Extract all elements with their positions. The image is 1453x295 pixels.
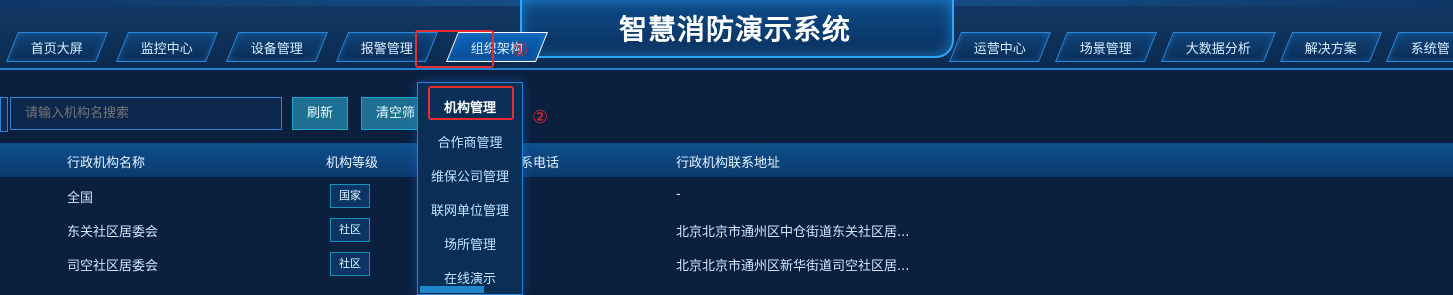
decorative-bar <box>420 286 484 293</box>
right-nav: 运营中心 场景管理 大数据分析 解决方案 系统管 <box>948 32 1453 62</box>
column-header-level: 机构等级 <box>326 156 379 171</box>
nav-scenes[interactable]: 场景管理 <box>1054 32 1158 62</box>
nav-monitoring[interactable]: 监控中心 <box>115 32 219 62</box>
nav-devices[interactable]: 设备管理 <box>225 32 329 62</box>
cell-address: 北京北京市通州区中仓街道东关社区居... <box>676 225 910 240</box>
column-header-phone: 系电话 <box>520 156 560 171</box>
nav-label: 大数据分析 <box>1185 41 1251 57</box>
level-badge: 社区 <box>330 218 370 242</box>
menu-item-connected-units[interactable]: 联网单位管理 <box>418 200 522 219</box>
menu-item-venue-management[interactable]: 场所管理 <box>418 234 522 253</box>
search-frame <box>0 97 8 132</box>
nav-label: 系统管 <box>1410 41 1450 57</box>
annotation-step-1: ① <box>512 40 529 61</box>
nav-label: 报警管理 <box>361 41 414 57</box>
clear-filter-button[interactable]: 清空筛 <box>361 97 423 130</box>
app-title: 智慧消防演示系统 <box>618 13 851 46</box>
search-input[interactable] <box>10 97 282 130</box>
cell-name: 司空社区居委会 <box>67 259 159 274</box>
column-header-address: 行政机构联系地址 <box>676 156 781 171</box>
nav-label: 监控中心 <box>141 41 194 57</box>
menu-item-maintenance-company[interactable]: 维保公司管理 <box>418 166 522 185</box>
nav-label: 运营中心 <box>973 41 1026 57</box>
menu-item-online-demo[interactable]: 在线演示 <box>418 268 522 287</box>
level-badge: 国家 <box>330 184 370 208</box>
nav-operations[interactable]: 运营中心 <box>948 32 1051 62</box>
level-badge: 社区 <box>330 252 370 276</box>
nav-label: 场景管理 <box>1079 41 1132 57</box>
nav-label: 解决方案 <box>1304 41 1357 57</box>
nav-label: 首页大屏 <box>31 41 84 57</box>
nav-solutions[interactable]: 解决方案 <box>1279 32 1383 62</box>
annotation-step-2: ② <box>532 107 549 128</box>
menu-item-partner-management[interactable]: 合作商管理 <box>418 132 522 151</box>
cell-address: 北京北京市通州区新华街道司空社区居... <box>676 259 910 274</box>
cell-name: 东关社区居委会 <box>67 225 159 240</box>
refresh-button[interactable]: 刷新 <box>292 97 349 130</box>
highlight-nav-organization <box>415 30 494 68</box>
cell-address: - <box>676 187 681 202</box>
nav-label: 设备管理 <box>251 41 304 57</box>
table-row[interactable] <box>0 178 1453 212</box>
nav-system[interactable]: 系统管 <box>1385 32 1453 62</box>
cell-name: 全国 <box>67 191 94 206</box>
column-header-name: 行政机构名称 <box>67 156 146 171</box>
highlight-menu-item-org-management <box>428 86 514 120</box>
nav-home[interactable]: 首页大屏 <box>5 32 109 62</box>
nav-big-data[interactable]: 大数据分析 <box>1160 32 1277 62</box>
